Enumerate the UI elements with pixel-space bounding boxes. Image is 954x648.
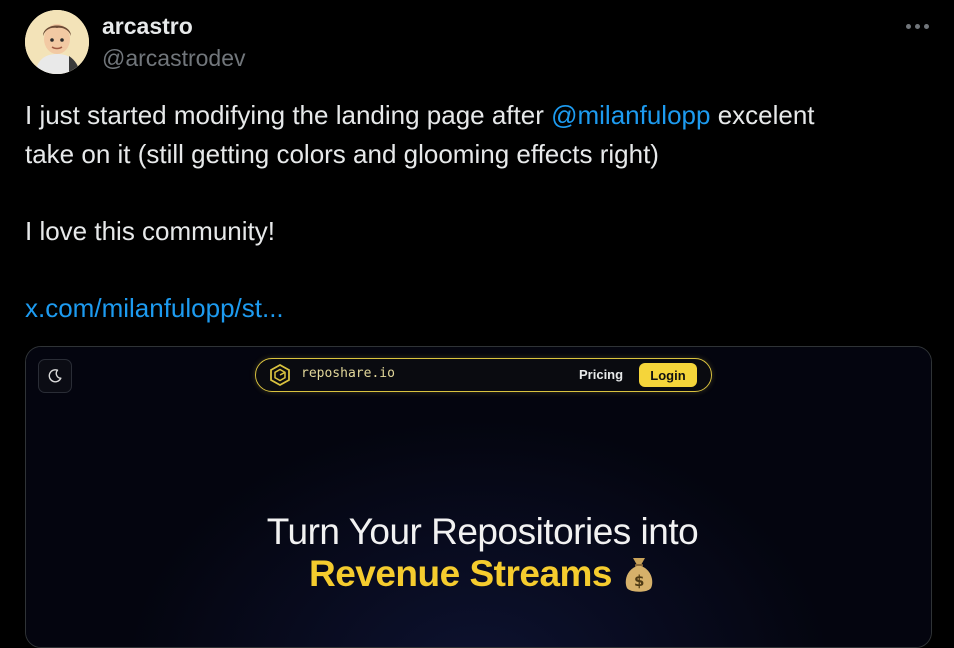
tweet-text-part: excelent (710, 100, 815, 130)
tweet-line-1: I just started modifying the landing pag… (25, 96, 925, 135)
nav-login-button[interactable]: Login (639, 363, 697, 387)
user-handle[interactable]: @arcastrodev (102, 45, 246, 72)
reposhare-logo-icon (270, 363, 290, 387)
hero-headline-highlight: Revenue Streams $ (26, 553, 931, 595)
display-name[interactable]: arcastro (102, 13, 193, 40)
hero-highlight-text: Revenue Streams (308, 553, 613, 594)
moon-icon (48, 369, 62, 383)
memoji-avatar-icon (25, 10, 89, 74)
nav-pricing-link[interactable]: Pricing (579, 367, 623, 382)
hero-headline: Turn Your Repositories into (266, 511, 699, 552)
more-options-icon[interactable] (900, 15, 934, 37)
tweet-text: I just started modifying the landing pag… (25, 96, 925, 328)
card-background (26, 347, 931, 647)
theme-toggle-button[interactable] (38, 359, 72, 393)
money-bag-icon: $ (625, 558, 653, 592)
brand-name[interactable]: reposhare.io (301, 366, 395, 381)
tweet-line-2: take on it (still getting colors and glo… (25, 139, 659, 169)
svg-text:$: $ (634, 572, 644, 590)
mention-link[interactable]: @milanfulopp (551, 100, 710, 130)
site-navbar: reposhare.io Pricing Login (255, 358, 712, 392)
tweet-text-part: I just started modifying the landing pag… (25, 100, 552, 130)
tweet-line-3: I love this community! (25, 216, 275, 246)
tweet-link[interactable]: x.com/milanfulopp/st... (25, 293, 284, 323)
avatar[interactable] (25, 10, 89, 74)
media-card[interactable]: reposhare.io Pricing Login Turn Your Rep… (25, 346, 932, 648)
